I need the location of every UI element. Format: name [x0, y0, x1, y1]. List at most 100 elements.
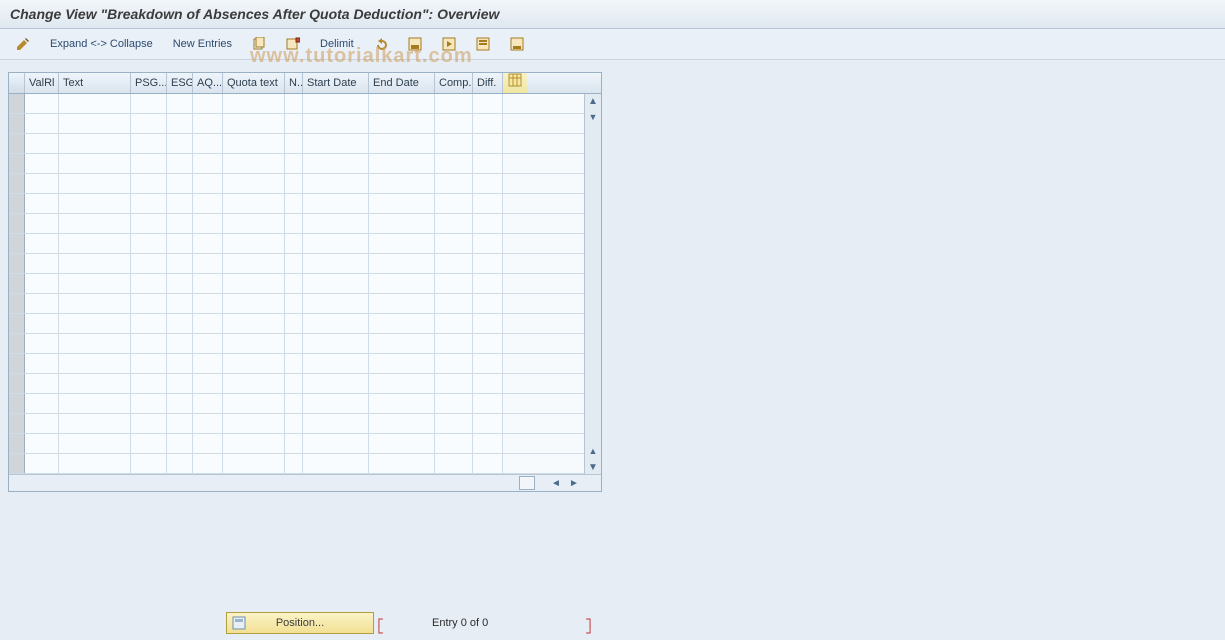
delete-icon[interactable]: [280, 35, 306, 53]
row-selector[interactable]: [9, 294, 25, 313]
scroll-left-icon[interactable]: ◄: [549, 477, 563, 489]
cell[interactable]: [193, 154, 223, 173]
cell[interactable]: [435, 154, 473, 173]
col-end-date[interactable]: End Date: [369, 73, 435, 93]
pencil-icon[interactable]: [10, 35, 36, 53]
cell[interactable]: [435, 414, 473, 433]
cell[interactable]: [131, 414, 167, 433]
cell[interactable]: [303, 154, 369, 173]
cell[interactable]: [223, 274, 285, 293]
cell[interactable]: [223, 314, 285, 333]
cell[interactable]: [193, 254, 223, 273]
cell[interactable]: [369, 454, 435, 473]
table-settings-icon[interactable]: [503, 73, 527, 93]
cell[interactable]: [131, 314, 167, 333]
cell[interactable]: [25, 154, 59, 173]
cell[interactable]: [285, 434, 303, 453]
cell[interactable]: [435, 374, 473, 393]
row-selector[interactable]: [9, 94, 25, 113]
cell[interactable]: [435, 194, 473, 213]
cell[interactable]: [369, 254, 435, 273]
table-row[interactable]: [9, 134, 585, 154]
cell[interactable]: [435, 294, 473, 313]
cell[interactable]: [167, 94, 193, 113]
table-row[interactable]: [9, 314, 585, 334]
cell[interactable]: [59, 274, 131, 293]
cell[interactable]: [369, 134, 435, 153]
cell[interactable]: [223, 394, 285, 413]
cell[interactable]: [25, 214, 59, 233]
cell[interactable]: [131, 354, 167, 373]
cell[interactable]: [25, 174, 59, 193]
cell[interactable]: [193, 414, 223, 433]
cell[interactable]: [223, 174, 285, 193]
cell[interactable]: [303, 174, 369, 193]
cell[interactable]: [435, 214, 473, 233]
cell[interactable]: [131, 434, 167, 453]
cell[interactable]: [369, 434, 435, 453]
table-row[interactable]: [9, 114, 585, 134]
cell[interactable]: [473, 394, 503, 413]
cell[interactable]: [193, 454, 223, 473]
horizontal-scrollbar[interactable]: ◄ ►: [9, 474, 601, 491]
cell[interactable]: [473, 94, 503, 113]
cell[interactable]: [25, 414, 59, 433]
table-row[interactable]: [9, 154, 585, 174]
cell[interactable]: [285, 314, 303, 333]
cell[interactable]: [369, 114, 435, 133]
cell[interactable]: [435, 234, 473, 253]
cell[interactable]: [369, 154, 435, 173]
cell[interactable]: [25, 134, 59, 153]
cell[interactable]: [25, 394, 59, 413]
cell[interactable]: [285, 254, 303, 273]
cell[interactable]: [167, 114, 193, 133]
cell[interactable]: [193, 394, 223, 413]
cell[interactable]: [473, 194, 503, 213]
cell[interactable]: [473, 334, 503, 353]
cell[interactable]: [59, 254, 131, 273]
table-row[interactable]: [9, 254, 585, 274]
hscroll-thumb[interactable]: [519, 476, 535, 490]
cell[interactable]: [285, 174, 303, 193]
cell[interactable]: [131, 334, 167, 353]
cell[interactable]: [167, 414, 193, 433]
cell[interactable]: [25, 274, 59, 293]
cell[interactable]: [193, 114, 223, 133]
cell[interactable]: [435, 434, 473, 453]
cell[interactable]: [435, 334, 473, 353]
scroll-right-icon[interactable]: ►: [567, 477, 581, 489]
cell[interactable]: [223, 434, 285, 453]
table-row[interactable]: [9, 234, 585, 254]
cell[interactable]: [59, 194, 131, 213]
cell[interactable]: [131, 274, 167, 293]
cell[interactable]: [131, 194, 167, 213]
cell[interactable]: [193, 174, 223, 193]
cell[interactable]: [131, 94, 167, 113]
new-entries-button[interactable]: New Entries: [167, 29, 238, 59]
cell[interactable]: [59, 354, 131, 373]
col-text[interactable]: Text: [59, 73, 131, 93]
cell[interactable]: [59, 434, 131, 453]
row-selector[interactable]: [9, 414, 25, 433]
cell[interactable]: [369, 274, 435, 293]
cell[interactable]: [167, 194, 193, 213]
cell[interactable]: [167, 174, 193, 193]
cell[interactable]: [303, 434, 369, 453]
cell[interactable]: [303, 194, 369, 213]
cell[interactable]: [285, 274, 303, 293]
cell[interactable]: [193, 234, 223, 253]
cell[interactable]: [167, 454, 193, 473]
cell[interactable]: [193, 94, 223, 113]
cell[interactable]: [167, 274, 193, 293]
cell[interactable]: [369, 334, 435, 353]
row-selector[interactable]: [9, 214, 25, 233]
cell[interactable]: [167, 394, 193, 413]
cell[interactable]: [285, 294, 303, 313]
cell[interactable]: [473, 214, 503, 233]
row-selector[interactable]: [9, 314, 25, 333]
cell[interactable]: [59, 174, 131, 193]
cell[interactable]: [285, 334, 303, 353]
cell[interactable]: [131, 154, 167, 173]
table-row[interactable]: [9, 454, 585, 474]
cell[interactable]: [25, 114, 59, 133]
